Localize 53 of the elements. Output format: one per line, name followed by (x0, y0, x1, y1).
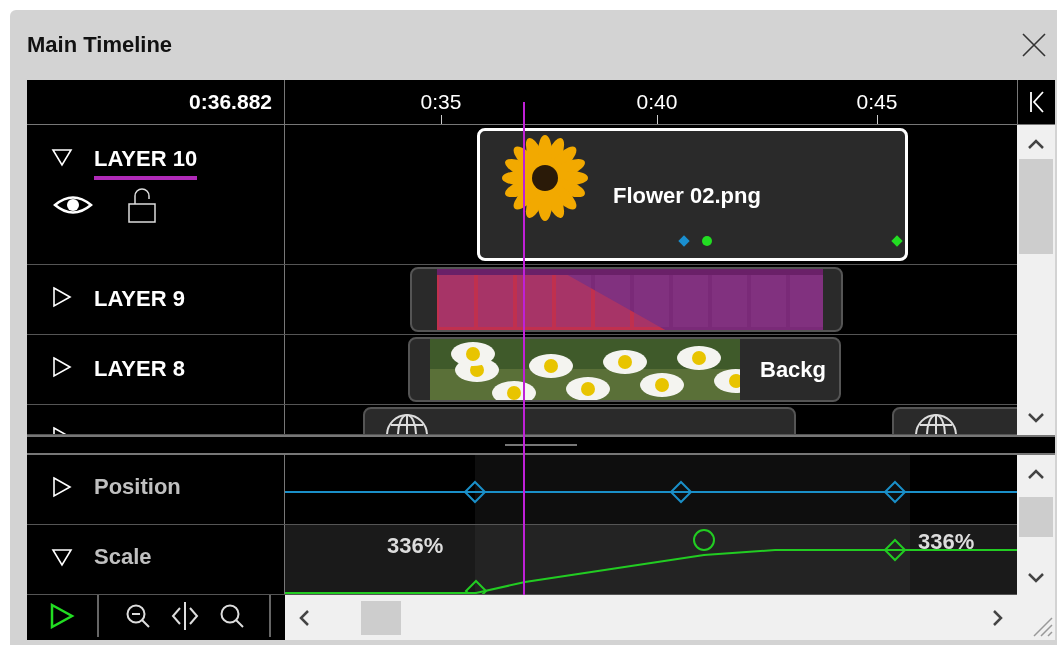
collapse-icon (1028, 90, 1045, 114)
time-ruler[interactable]: 0:35 0:40 0:45 (285, 80, 1017, 124)
keyframe-diamond[interactable] (463, 480, 487, 504)
keyframe-diamond[interactable] (883, 480, 907, 504)
property-name[interactable]: Position (94, 474, 181, 500)
keyframe-marker[interactable] (678, 235, 690, 247)
layer-name[interactable]: LAYER 9 (94, 286, 185, 312)
keyframe-marker[interactable] (891, 235, 903, 247)
keyframe-diamond[interactable] (669, 480, 693, 504)
close-icon[interactable] (1021, 32, 1047, 58)
property-name[interactable]: Scale (94, 544, 152, 570)
horizontal-scrollbar[interactable] (285, 595, 1017, 640)
scroll-up-icon[interactable] (1028, 469, 1044, 479)
vertical-scrollbar[interactable] (1017, 455, 1055, 595)
zoom-out-icon[interactable] (125, 603, 151, 629)
scroll-right-icon[interactable] (993, 609, 1003, 626)
clip-label: Backg (760, 357, 827, 383)
expand-triangle-icon[interactable] (51, 286, 73, 308)
scroll-down-icon[interactable] (1028, 413, 1044, 423)
zoom-icon[interactable] (219, 603, 245, 629)
scroll-thumb[interactable] (1019, 497, 1053, 537)
keyframe-circle[interactable] (693, 529, 715, 551)
scroll-left-icon[interactable] (299, 609, 309, 626)
media-clip[interactable] (410, 267, 843, 332)
scroll-thumb[interactable] (361, 600, 401, 635)
keyframe-diamond[interactable] (883, 538, 907, 562)
current-time: 0:36.882 (27, 80, 285, 124)
expand-triangle-icon[interactable] (51, 546, 73, 568)
scroll-down-icon[interactable] (1028, 573, 1044, 583)
layer-name[interactable]: LAYER 10 (94, 146, 198, 172)
scroll-thumb[interactable] (1019, 159, 1053, 254)
lock-icon[interactable] (127, 186, 157, 224)
media-clip[interactable]: Backg (408, 337, 841, 402)
window-title: Main Timeline (27, 31, 173, 58)
ruler-tick-label: 0:35 (419, 90, 463, 114)
splitter-bar[interactable] (27, 435, 1055, 455)
play-icon (49, 603, 75, 629)
fit-width-icon[interactable] (170, 601, 200, 631)
eye-icon[interactable] (53, 194, 93, 216)
vertical-scrollbar[interactable] (1017, 125, 1055, 435)
layer-name[interactable]: LAYER 8 (94, 356, 185, 382)
scroll-up-icon[interactable] (1028, 139, 1044, 149)
expand-triangle-icon[interactable] (51, 146, 73, 168)
expand-triangle-icon[interactable] (51, 476, 73, 498)
clip-label: Flower 02.png (613, 183, 761, 209)
ruler-tick-label: 0:40 (635, 90, 679, 114)
value-label: 336% (918, 529, 975, 555)
keyframe-marker[interactable] (702, 236, 712, 246)
ruler-tick-label: 0:45 (855, 90, 899, 114)
expand-triangle-icon[interactable] (51, 356, 73, 378)
value-label: 336% (387, 533, 444, 559)
media-clip[interactable]: Flower 02.png (477, 128, 908, 261)
keyframe-diamond[interactable] (464, 579, 488, 594)
